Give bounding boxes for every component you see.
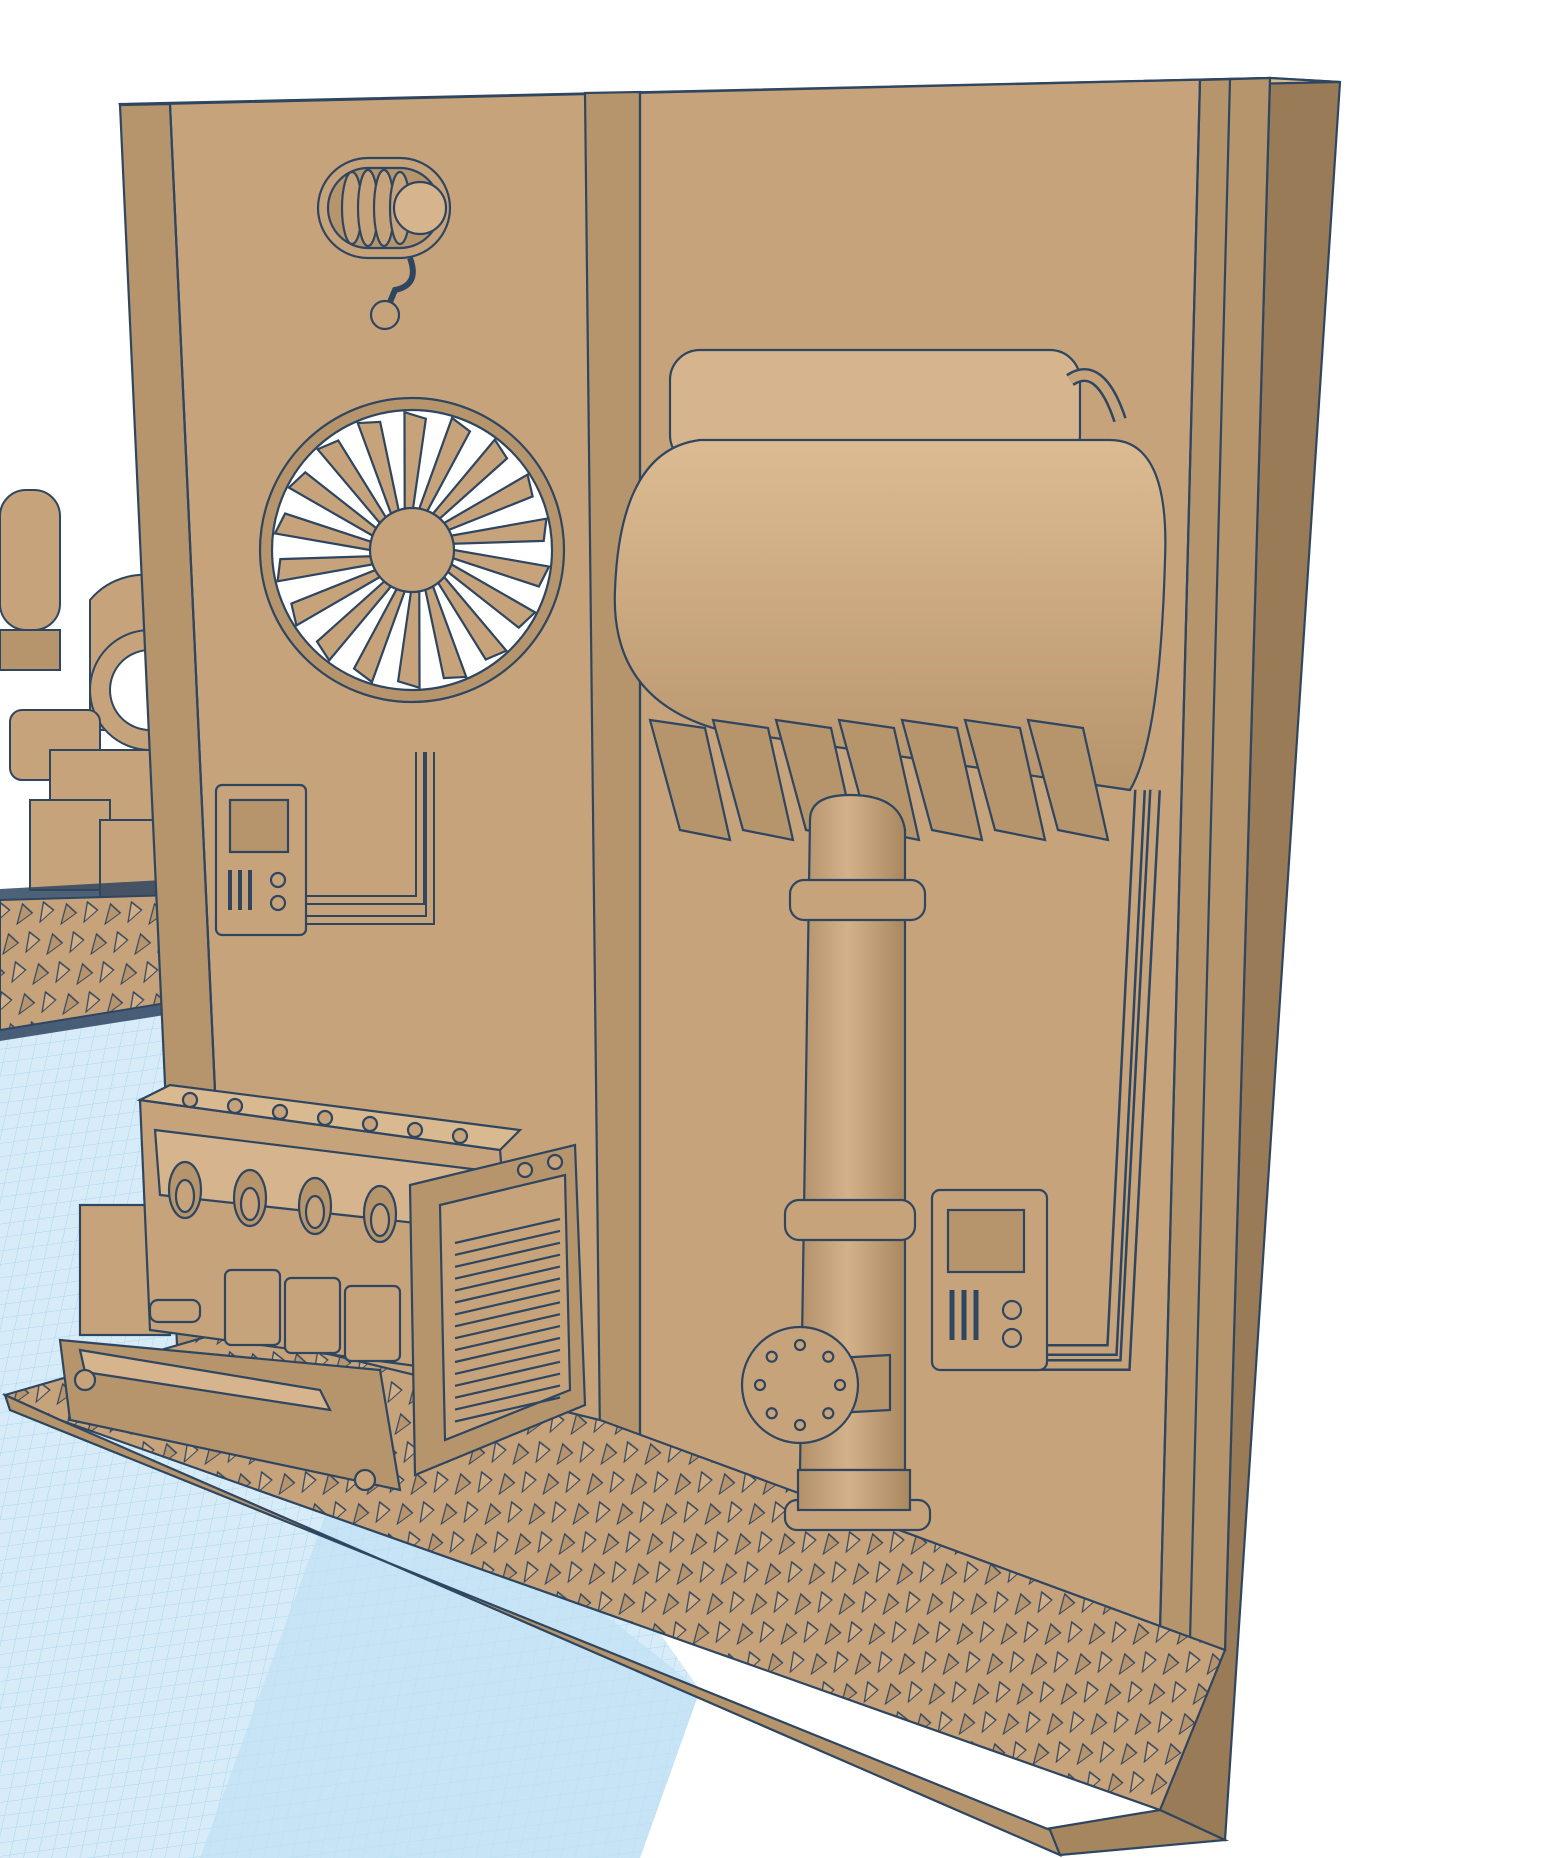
engine-cylinder-cap: [369, 1202, 391, 1238]
flange-bolt: [765, 1407, 778, 1420]
turbine-fan-icon: [258, 396, 566, 704]
engine-bolt: [451, 1127, 469, 1145]
engine-cylinder-cap: [174, 1178, 196, 1214]
design-viewport[interactable]: [0, 0, 1544, 1858]
engine-cylinder-cap: [304, 1194, 326, 1230]
flange-bolt: [765, 1350, 778, 1363]
flange-bolt: [753, 1378, 767, 1392]
flange-bolt: [822, 1350, 835, 1363]
3d-scene[interactable]: [0, 0, 1544, 1858]
engine-bolt: [181, 1091, 199, 1109]
flange-bolt: [793, 1338, 807, 1352]
flange-bolt: [822, 1407, 835, 1420]
engine-cylinder-cap: [239, 1186, 261, 1222]
engine-bolt: [226, 1097, 244, 1115]
flange-bolt: [833, 1378, 847, 1392]
engine-bolt: [361, 1115, 379, 1133]
engine-bolt: [271, 1103, 289, 1121]
flange-bolt: [793, 1418, 807, 1432]
engine-bolt: [406, 1121, 424, 1139]
engine-bolt: [316, 1109, 334, 1127]
